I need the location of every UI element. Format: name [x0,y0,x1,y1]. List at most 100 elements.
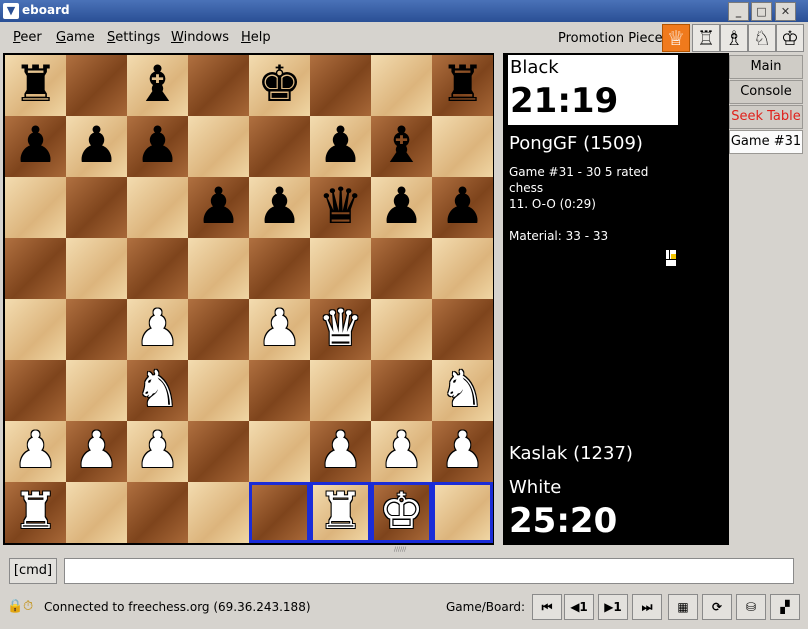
first-move-button[interactable]: ⏮ [532,594,562,620]
last-move-button[interactable]: ⏭ [632,594,662,620]
square-h8[interactable]: ♜ [432,55,493,116]
square-c5[interactable] [127,238,188,299]
white-pawn-piece[interactable]: ♟ [379,421,424,479]
square-d6[interactable]: ♟ [188,177,249,238]
move-list-icon[interactable]: ▦ [668,594,698,620]
black-king-piece[interactable]: ♚ [257,55,302,113]
square-d1[interactable] [188,482,249,543]
square-h6[interactable]: ♟ [432,177,493,238]
black-queen-piece[interactable]: ♛ [318,177,363,235]
square-a1[interactable]: ♜ [5,482,66,543]
white-pawn-piece[interactable]: ♟ [440,421,485,479]
tab-console[interactable]: Console [729,80,803,104]
black-rook-piece[interactable]: ♜ [440,55,485,113]
cmd-button[interactable]: [cmd] [9,558,57,584]
black-pawn-piece[interactable]: ♟ [257,177,302,235]
tab-seek-table[interactable]: Seek Table [729,105,803,129]
promote-bishop-button[interactable]: ♗ [720,24,748,52]
square-e2[interactable] [249,421,310,482]
tab-main-board[interactable]: Main Board [729,55,803,96]
square-g8[interactable] [371,55,432,116]
square-a3[interactable] [5,360,66,421]
white-pawn-piece[interactable]: ♟ [74,421,119,479]
square-g4[interactable] [371,299,432,360]
black-pawn-piece[interactable]: ♟ [74,116,119,174]
menu-peer[interactable]: Peer [13,30,42,45]
pane-splitter-handle[interactable]: ////// [394,546,418,553]
square-b2[interactable]: ♟ [66,421,127,482]
square-g2[interactable]: ♟ [371,421,432,482]
command-input[interactable] [64,558,794,584]
square-g5[interactable] [371,238,432,299]
square-b4[interactable] [66,299,127,360]
square-f3[interactable] [310,360,371,421]
square-h3[interactable]: ♞ [432,360,493,421]
black-pawn-piece[interactable]: ♟ [196,177,241,235]
black-pawn-piece[interactable]: ♟ [13,116,58,174]
white-king-piece[interactable]: ♚ [379,482,424,540]
white-pawn-piece[interactable]: ♟ [257,299,302,357]
square-a2[interactable]: ♟ [5,421,66,482]
white-knight-piece[interactable]: ♞ [135,360,180,418]
square-f2[interactable]: ♟ [310,421,371,482]
white-queen-piece[interactable]: ♛ [318,299,363,357]
menu-settings[interactable]: Settings [107,30,160,45]
menu-windows[interactable]: Windows [171,30,229,45]
square-c7[interactable]: ♟ [127,116,188,177]
square-e1[interactable] [249,482,310,543]
square-h5[interactable] [432,238,493,299]
flip-board-icon[interactable]: ⟳ [702,594,732,620]
black-bishop-piece[interactable]: ♝ [135,55,180,113]
white-pawn-piece[interactable]: ♟ [135,299,180,357]
tab-game-31[interactable]: Game #31 [729,130,803,154]
black-pawn-piece[interactable]: ♟ [135,116,180,174]
square-d4[interactable] [188,299,249,360]
square-g3[interactable] [371,360,432,421]
square-a8[interactable]: ♜ [5,55,66,116]
board-view-icon[interactable]: ▞ [770,594,800,620]
white-pawn-piece[interactable]: ♟ [135,421,180,479]
window-menu-icon[interactable]: ▼ [3,3,19,19]
square-h7[interactable] [432,116,493,177]
square-a5[interactable] [5,238,66,299]
square-b5[interactable] [66,238,127,299]
black-pawn-piece[interactable]: ♟ [440,177,485,235]
square-h4[interactable] [432,299,493,360]
square-g1[interactable]: ♚ [371,482,432,543]
square-b8[interactable] [66,55,127,116]
square-c8[interactable]: ♝ [127,55,188,116]
close-button[interactable]: ✕ [775,2,796,21]
square-e7[interactable] [249,116,310,177]
engine-icon[interactable]: ⛁ [736,594,766,620]
square-e6[interactable]: ♟ [249,177,310,238]
square-e5[interactable] [249,238,310,299]
square-a6[interactable] [5,177,66,238]
square-a4[interactable] [5,299,66,360]
white-rook-piece[interactable]: ♜ [13,482,58,540]
square-e4[interactable]: ♟ [249,299,310,360]
square-d7[interactable] [188,116,249,177]
square-e3[interactable] [249,360,310,421]
square-c1[interactable] [127,482,188,543]
menu-game[interactable]: Game [56,30,95,45]
square-h2[interactable]: ♟ [432,421,493,482]
maximize-button[interactable]: □ [751,2,772,21]
square-d2[interactable] [188,421,249,482]
promote-king-button[interactable]: ♔ [776,24,804,52]
white-pawn-piece[interactable]: ♟ [13,421,58,479]
square-f8[interactable] [310,55,371,116]
square-b6[interactable] [66,177,127,238]
square-h1[interactable] [432,482,493,543]
square-c3[interactable]: ♞ [127,360,188,421]
square-c2[interactable]: ♟ [127,421,188,482]
square-d8[interactable] [188,55,249,116]
square-f4[interactable]: ♛ [310,299,371,360]
square-g6[interactable]: ♟ [371,177,432,238]
menu-help[interactable]: Help [241,30,271,45]
square-g7[interactable]: ♝ [371,116,432,177]
square-f5[interactable] [310,238,371,299]
square-e8[interactable]: ♚ [249,55,310,116]
back-one-button[interactable]: ◀1 [564,594,594,620]
square-c6[interactable] [127,177,188,238]
square-f6[interactable]: ♛ [310,177,371,238]
